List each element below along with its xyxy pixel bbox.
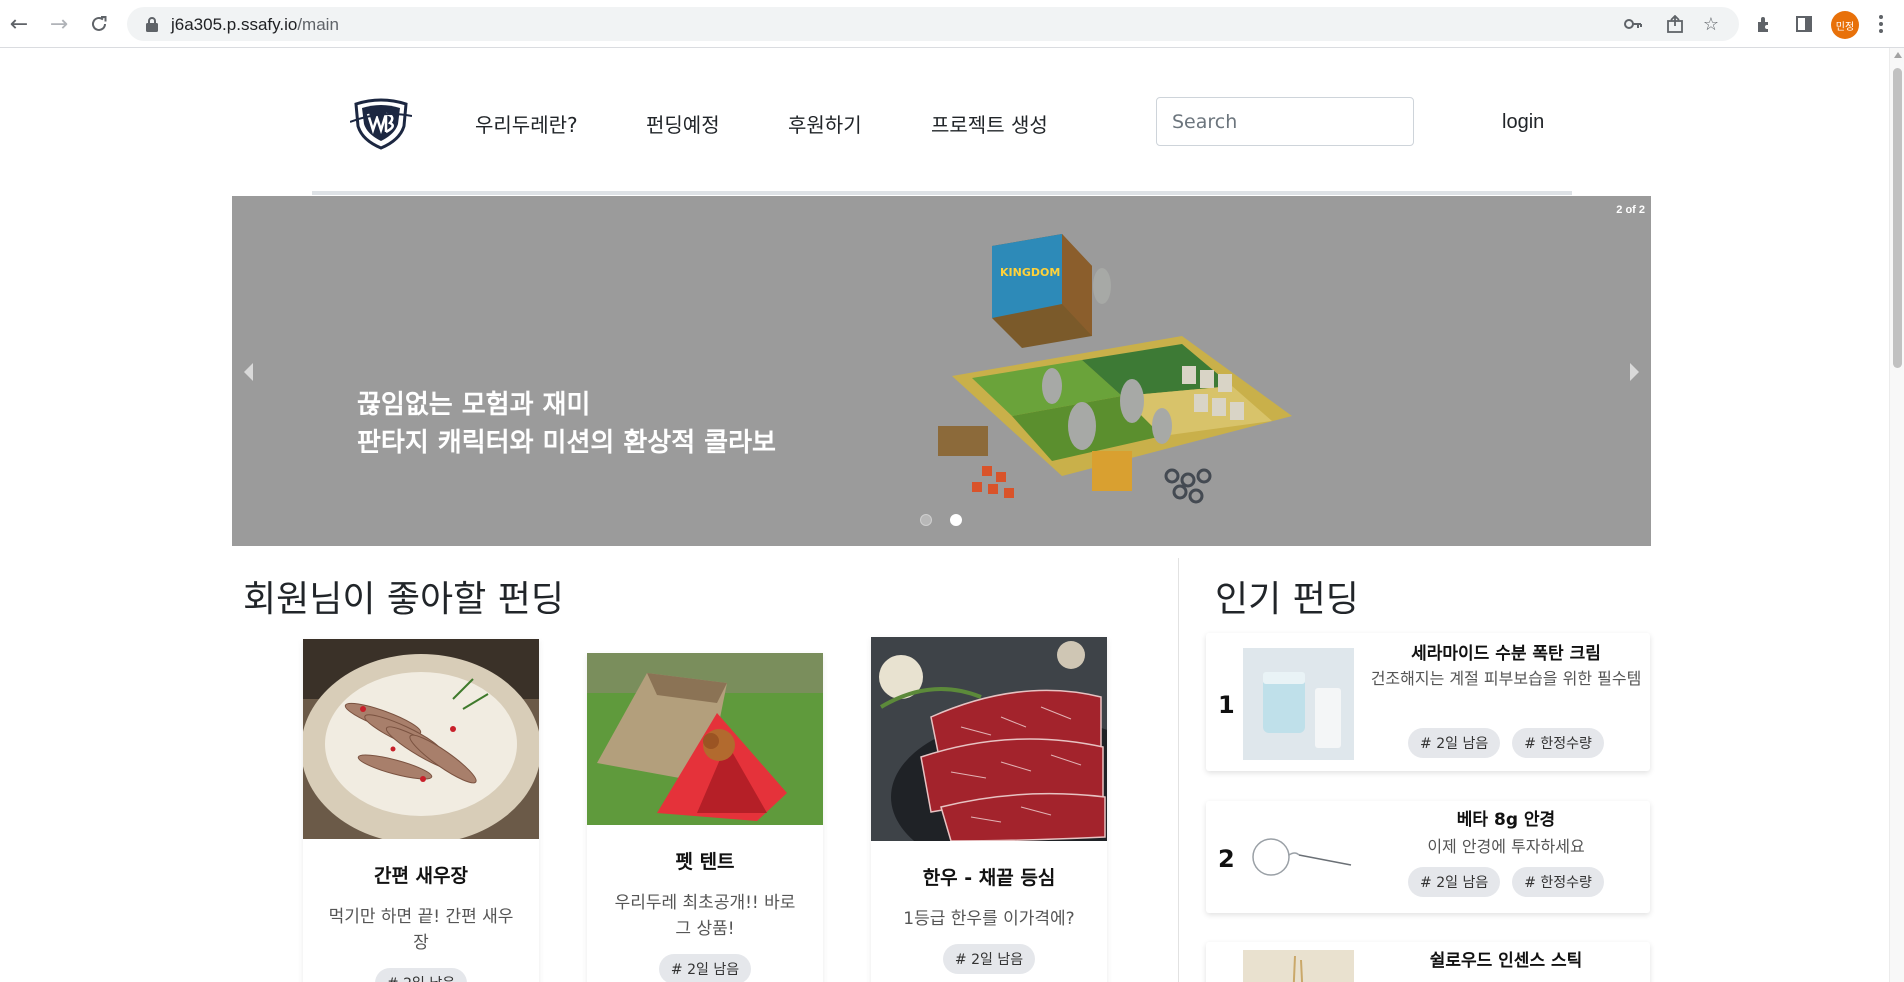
recommended-section-title: 회원님이 좋아할 펀딩 — [243, 579, 564, 620]
popular-tag: # 한정수량 — [1512, 728, 1604, 758]
bookmark-star-icon[interactable]: ☆ — [1700, 13, 1722, 35]
carousel-dot-2[interactable] — [950, 514, 962, 526]
card-tag: # 2일 남음 — [658, 954, 752, 982]
popular-thumb-incense — [1243, 950, 1354, 982]
card-image-pet-tent — [587, 653, 823, 825]
popular-item[interactable]: 1 세라마이드 수분 폭탄 크림 건조해지는 계절 피부보습을 위한 필수템 #… — [1206, 633, 1650, 771]
popular-tag: # 2일 남음 — [1408, 728, 1501, 758]
popular-tags: # 2일 남음 # 한정수량 — [1366, 867, 1646, 897]
key-icon[interactable] — [1622, 13, 1644, 35]
caption-line-2: 판타지 캐릭터와 미션의 환상적 콜라보 — [357, 428, 776, 458]
carousel-dot-1[interactable] — [920, 514, 932, 526]
card-image-shrimp — [303, 639, 539, 839]
popular-title: 베타 8g 안경 — [1456, 810, 1556, 830]
carousel-prev-icon[interactable] — [244, 363, 253, 381]
page-scrollbar[interactable] — [1889, 48, 1904, 982]
card-description: 먹기만 하면 끝! 간편 새우장 — [328, 907, 514, 953]
nav-about[interactable]: 우리두레란? — [475, 109, 578, 138]
popular-section-title: 인기 펀딩 — [1215, 579, 1359, 620]
funding-card[interactable]: 한우 - 채끝 등심 1등급 한우를 이가격에? # 2일 남음 — [871, 637, 1107, 982]
svg-text:KINGDOM: KINGDOM — [1000, 266, 1060, 279]
browser-toolbar: ← → j6a305.p.ssafy.io/main ☆ 민정 — [0, 0, 1904, 48]
carousel-caption: 끊임없는 모험과 재미 판타지 캐릭터와 미션의 환상적 콜라보 — [357, 386, 776, 462]
popular-description: 건조해지는 계절 피부보습을 위한 필수템 — [1370, 669, 1642, 688]
slide-counter: 2 of 2 — [1616, 204, 1645, 216]
card-description: 우리두레 최초공개!! 바로 그 상품! — [614, 893, 796, 939]
search-input[interactable] — [1156, 97, 1414, 146]
card-tag: # 2일 남음 — [942, 944, 1036, 974]
login-link[interactable]: login — [1502, 111, 1544, 134]
card-title: 한우 - 채끝 등심 — [922, 867, 1056, 889]
reload-icon[interactable] — [85, 10, 113, 38]
funding-card[interactable]: 간편 새우장 먹기만 하면 끝! 간편 새우장 # 2일 남음 — [303, 639, 539, 982]
scroll-thumb[interactable] — [1893, 68, 1902, 368]
popular-tags: # 2일 남음 # 한정수량 — [1366, 728, 1646, 758]
site-logo[interactable] — [350, 96, 412, 150]
nav-create-project[interactable]: 프로젝트 생성 — [931, 109, 1048, 138]
header-divider — [312, 191, 1572, 195]
popular-rank: 2 — [1218, 845, 1235, 873]
boardgame-image: KINGDOM — [938, 234, 1292, 504]
extensions-icon[interactable] — [1752, 12, 1776, 36]
popular-title: 세라마이드 수분 폭탄 크림 — [1411, 644, 1601, 664]
nav-upcoming-funding[interactable]: 펀딩예정 — [646, 109, 720, 138]
popular-description: 이제 안경에 투자하세요 — [1427, 837, 1585, 856]
popular-item[interactable]: 쉴로우드 인센스 스틱 — [1206, 942, 1650, 982]
address-bar[interactable]: j6a305.p.ssafy.io/main ☆ — [127, 7, 1739, 41]
side-panel-icon[interactable] — [1792, 12, 1816, 36]
url-text: j6a305.p.ssafy.io/main — [171, 15, 339, 34]
back-icon[interactable]: ← — [5, 10, 33, 38]
card-image-hanwoo — [871, 637, 1107, 841]
popular-item[interactable]: 2 베타 8g 안경 이제 안경에 투자하세요 # 2일 남음 # 한정수량 — [1206, 801, 1650, 913]
profile-avatar[interactable]: 민정 — [1831, 11, 1859, 39]
forward-icon[interactable]: → — [45, 10, 73, 38]
nav-support[interactable]: 후원하기 — [788, 109, 862, 138]
menu-kebab-icon[interactable] — [1874, 12, 1888, 36]
hero-carousel[interactable]: 2 of 2 KINGDOM 끊임없는 모험과 재미 판타지 캐릭터와 미션의 … — [232, 196, 1651, 546]
share-icon[interactable] — [1664, 13, 1686, 35]
carousel-next-icon[interactable] — [1630, 363, 1639, 381]
carousel-indicators — [920, 514, 962, 526]
popular-tag: # 2일 남음 — [1408, 867, 1501, 897]
card-tag: # 2일 남음 — [374, 968, 468, 982]
popular-title: 쉴로우드 인센스 스틱 — [1429, 951, 1583, 971]
funding-card[interactable]: 펫 텐트 우리두레 최초공개!! 바로 그 상품! # 2일 남음 — [587, 653, 823, 982]
card-description: 1등급 한우를 이가격에? — [903, 909, 1075, 929]
card-title: 간편 새우장 — [373, 865, 468, 887]
popular-thumb-glasses — [1243, 821, 1354, 893]
popular-rank: 1 — [1218, 691, 1235, 719]
caption-line-1: 끊임없는 모험과 재미 — [357, 390, 591, 420]
card-title: 펫 텐트 — [675, 851, 735, 873]
popular-tag: # 한정수량 — [1512, 867, 1604, 897]
popular-thumb-cream — [1243, 648, 1354, 760]
lock-icon — [146, 17, 158, 32]
section-divider — [1178, 558, 1179, 982]
scroll-up-arrow-icon[interactable] — [1894, 52, 1902, 58]
